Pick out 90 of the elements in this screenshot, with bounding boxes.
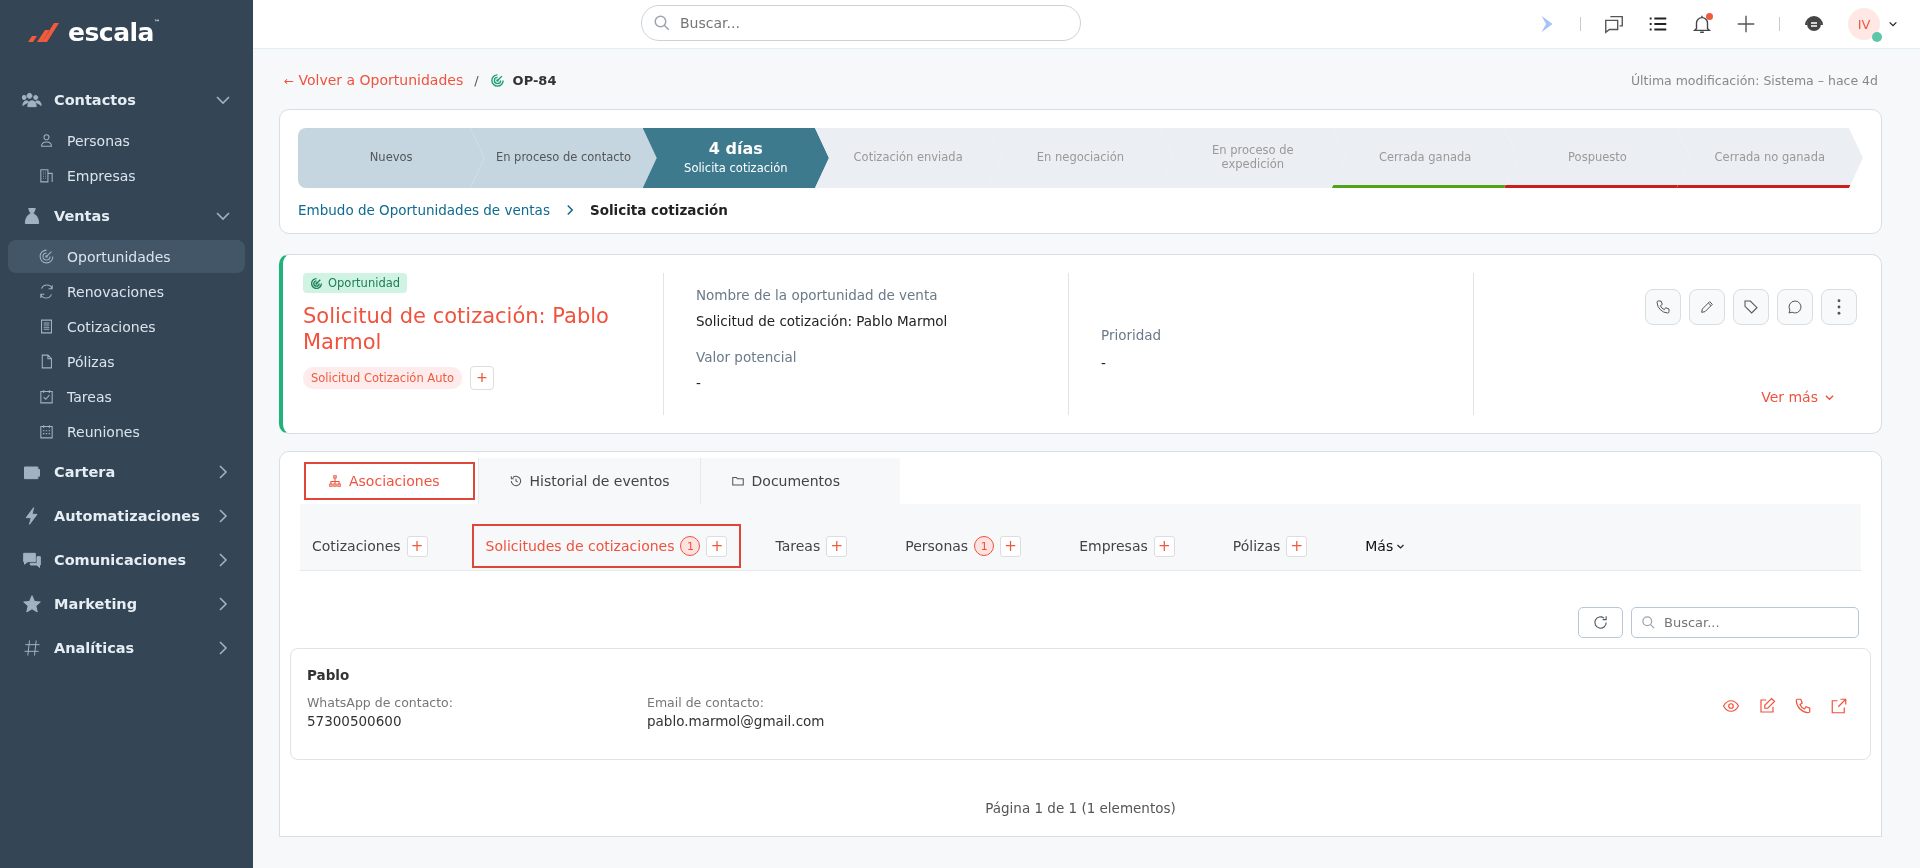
field-value: 57300500600 [307,713,403,729]
item-icon [38,248,55,265]
sidebar-item[interactable]: Oportunidades [8,240,245,273]
caret-icon[interactable] [1888,19,1898,29]
sub-tab[interactable]: Pólizas + [1220,526,1320,566]
pagination-text: Página 1 de 1 (1 elementos) [984,800,1177,816]
phone-icon[interactable] [1794,697,1812,715]
section-icon [22,594,42,614]
search-field[interactable]: Buscar... [641,5,1081,41]
field-label: WhatsApp de contacto: [307,695,454,710]
logo-text: escala$^{™}$ [68,17,160,47]
item-icon [38,318,55,335]
refresh-icon [1592,614,1609,631]
section-icon [22,90,42,110]
notification-bell-icon[interactable] [1691,13,1713,35]
sidebar-item[interactable]: Reuniones [8,415,245,448]
item-icon [38,167,55,184]
phone-icon [1655,299,1671,315]
show-more-link[interactable]: Ver más [1761,389,1835,405]
sub-tab[interactable]: Tareas + [763,526,860,566]
section-icon [22,638,42,658]
more-tabs-dropdown[interactable]: Más [1353,526,1418,566]
field-label: Valor potencial [696,349,798,365]
tag-button[interactable] [1733,289,1769,325]
speech-bubble-icon [1787,299,1803,315]
sidebar-section[interactable]: Marketing [0,582,253,626]
record-name: Pablo [307,667,351,683]
sidebar-item[interactable]: Personas [8,124,245,157]
item-icon [38,423,55,440]
item-icon [38,388,55,405]
field-value: Solicitud de cotización: Pablo Marmol [696,313,949,329]
status-dot [1872,32,1882,42]
pipeline-stage[interactable]: 4 días Solicita cotización [642,128,829,188]
opportunity-id: OP-84 [512,72,557,88]
tab-icon [730,474,745,488]
external-link-icon[interactable] [1830,697,1848,715]
item-icon [38,132,55,149]
sidebar-item[interactable]: Renovaciones [8,275,245,308]
field-value: - [696,375,702,391]
search-field[interactable]: Buscar... [1631,607,1859,638]
sidebar-item[interactable]: Tareas [8,380,245,413]
target-icon [489,72,505,88]
whatsapp-button[interactable] [1777,289,1813,325]
funnel-link[interactable]: Embudo de Oportunidades de ventas [298,202,550,218]
more-icon [1837,299,1841,315]
pipeline-stage[interactable]: En proceso de contacto [470,128,657,188]
tab-icon [508,474,523,488]
field-value: - [1101,355,1107,371]
edit-button[interactable] [1689,289,1725,325]
sidebar-section[interactable]: Cartera [0,450,253,494]
breadcrumb-separator: / [474,72,479,88]
sidebar-item[interactable]: Empresas [8,159,245,192]
pencil-icon [1699,299,1715,315]
sidebar-item[interactable]: Pólizas [8,345,245,378]
target-icon [310,276,323,290]
sidebar-section[interactable]: Comunicaciones [0,538,253,582]
last-modified-text: Última modificación: Sistema – hace 4d [1630,72,1878,88]
search-icon [653,14,671,32]
sub-tab[interactable]: Empresas + [1067,526,1187,566]
sidebar-section[interactable]: Automatizaciones [0,494,253,538]
field-label: Email de contacto: [647,695,765,710]
sidebar-item[interactable]: Cotizaciones [8,310,245,343]
tab[interactable]: Documentos [700,458,900,504]
opportunity-badge: Oportunidad [303,273,408,293]
phone-button[interactable] [1645,289,1681,325]
edit-icon[interactable] [1758,697,1776,715]
view-icon[interactable] [1722,697,1740,715]
logo-icon [26,20,62,44]
opportunity-title: Solicitud de cotización: Pablo Marmol [303,303,610,356]
sidebar-section[interactable]: Ventas [0,194,253,238]
current-stage-text: Solicita cotización [589,202,728,218]
plus-icon[interactable] [1735,13,1757,35]
tag-chip: Solicitud Cotización Auto [303,366,463,389]
chat-icon[interactable] [1603,13,1625,35]
item-icon [38,283,55,300]
sidebar-section[interactable]: Analíticas [0,626,253,670]
sidebar-section[interactable]: Contactos [0,78,253,122]
field-label: Nombre de la oportunidad de venta [696,287,939,303]
section-icon [22,206,42,226]
refresh-button[interactable] [1578,607,1623,638]
section-icon [22,550,42,570]
pipeline-stage[interactable]: Nuevos [298,128,485,188]
field-value: pablo.marmol@gmail.com [647,713,826,729]
search-icon [1641,615,1656,630]
tab-icon [328,474,342,488]
tab[interactable]: Historial de eventos [478,458,701,504]
sub-tab[interactable]: Personas 1 + [893,526,1034,566]
sub-tab[interactable]: Cotizaciones + [300,526,440,566]
tag-icon [1743,299,1759,315]
field-label: Prioridad [1101,327,1163,343]
